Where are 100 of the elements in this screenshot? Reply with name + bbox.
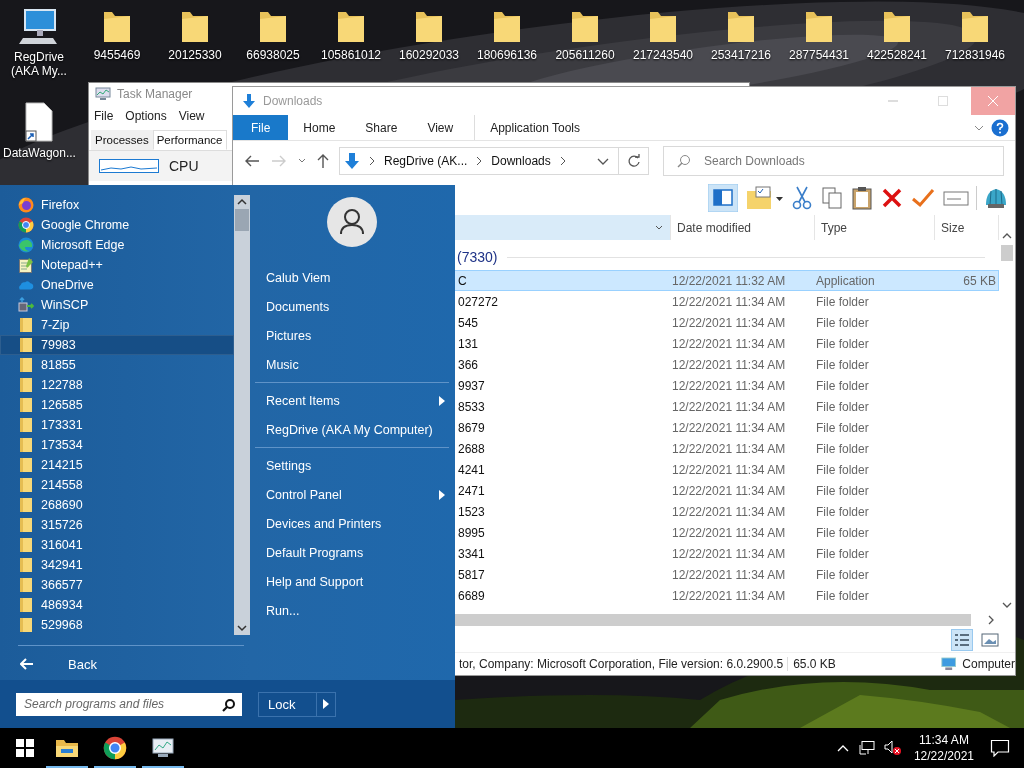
start-menu-item[interactable]: Help and Support bbox=[255, 567, 455, 596]
program-item[interactable]: 342941 bbox=[0, 555, 234, 575]
details-view-icon[interactable] bbox=[951, 629, 973, 651]
clock-date[interactable]: 12/22/2021 bbox=[913, 748, 974, 764]
menu-item[interactable]: File bbox=[94, 109, 114, 123]
folder-icon[interactable] bbox=[55, 737, 79, 759]
column-header[interactable]: Type bbox=[815, 215, 935, 240]
program-item[interactable]: 486934 bbox=[0, 595, 234, 615]
program-item[interactable]: WinSCP bbox=[0, 295, 234, 315]
tab[interactable]: Processes bbox=[91, 130, 153, 150]
start-menu-item[interactable]: Pictures bbox=[255, 321, 455, 350]
desktop-icon-label[interactable]: 422528241 bbox=[861, 48, 933, 62]
file-type: File folder bbox=[816, 567, 870, 582]
start-menu-item[interactable]: Run... bbox=[255, 596, 455, 625]
start-menu-item[interactable]: Documents bbox=[255, 292, 455, 321]
program-item[interactable]: 366577 bbox=[0, 575, 234, 595]
desktop-icon-label[interactable]: 105861012 bbox=[315, 48, 387, 62]
scroll-thumb[interactable] bbox=[235, 209, 249, 231]
desktop-icon-label[interactable]: 217243540 bbox=[627, 48, 699, 62]
speaker-muted-icon[interactable] bbox=[883, 740, 902, 756]
menu-item[interactable]: View bbox=[178, 109, 205, 123]
desktop-icon-label[interactable]: 66938025 bbox=[237, 48, 309, 62]
program-item[interactable]: Firefox bbox=[0, 195, 234, 215]
program-item[interactable]: Notepad++ bbox=[0, 255, 234, 275]
program-item[interactable]: 81855 bbox=[0, 355, 234, 375]
caret-down-icon[interactable] bbox=[297, 157, 307, 165]
start-menu-item[interactable]: RegDrive (AKA My Computer) bbox=[255, 415, 455, 444]
program-item[interactable]: 315726 bbox=[0, 515, 234, 535]
ribbon-tab[interactable]: Application Tools bbox=[474, 115, 596, 140]
program-item[interactable]: 122788 bbox=[0, 375, 234, 395]
shortcut-file-icon[interactable] bbox=[23, 102, 55, 142]
scroll-thumb[interactable] bbox=[1001, 245, 1013, 261]
desktop-icon-label[interactable]: 9455469 bbox=[81, 48, 153, 62]
program-item[interactable]: 173331 bbox=[0, 415, 234, 435]
program-item[interactable]: 173534 bbox=[0, 435, 234, 455]
back-button[interactable]: Back bbox=[0, 649, 250, 679]
back-arrow-icon[interactable] bbox=[243, 154, 261, 168]
clock-time[interactable]: 11:34 AM bbox=[919, 732, 969, 748]
network-icon[interactable] bbox=[857, 740, 876, 756]
scissors-icon[interactable] bbox=[790, 185, 814, 211]
program-item[interactable]: 316041 bbox=[0, 535, 234, 555]
desktop-icon-label[interactable]: 712831946 bbox=[939, 48, 1011, 62]
desktop-icon-label[interactable]: 253417216 bbox=[705, 48, 777, 62]
search-field[interactable]: Search programs and files bbox=[16, 692, 242, 716]
menu-item[interactable]: Options bbox=[125, 109, 167, 123]
program-item[interactable]: 214215 bbox=[0, 455, 234, 475]
program-item[interactable]: OneDrive bbox=[0, 275, 234, 295]
desktop-icon-label[interactable]: DataWagon... bbox=[3, 146, 75, 160]
vertical-scrollbar[interactable] bbox=[234, 195, 250, 635]
group-header[interactable]: (7330) bbox=[457, 249, 498, 265]
start-menu-item[interactable]: Default Programs bbox=[255, 538, 455, 567]
help-icon[interactable] bbox=[991, 118, 1009, 137]
program-item[interactable]: Microsoft Edge bbox=[0, 235, 234, 255]
program-item[interactable]: 214558 bbox=[0, 475, 234, 495]
section-label[interactable]: CPU bbox=[169, 158, 199, 174]
start-menu-item[interactable]: Settings bbox=[255, 451, 455, 480]
breadcrumb[interactable]: Downloads bbox=[491, 154, 551, 168]
program-item[interactable]: Google Chrome bbox=[0, 215, 234, 235]
desktop-icon-label[interactable]: 287754431 bbox=[783, 48, 855, 62]
program-item[interactable]: 126585 bbox=[0, 395, 234, 415]
browser-logo-icon[interactable] bbox=[103, 736, 127, 760]
folder-properties-icon[interactable] bbox=[744, 185, 784, 211]
caret-up-icon[interactable] bbox=[835, 743, 850, 753]
preview-pane-icon[interactable] bbox=[708, 184, 738, 212]
program-item[interactable]: 7-Zip bbox=[0, 315, 234, 335]
ribbon-tab[interactable]: Home bbox=[288, 115, 351, 140]
user-avatar-icon[interactable] bbox=[327, 197, 377, 247]
refresh-icon[interactable] bbox=[627, 154, 641, 168]
desktop-icon-label[interactable]: 205611260 bbox=[549, 48, 621, 62]
desktop-icon-label[interactable]: 20125330 bbox=[159, 48, 231, 62]
ribbon-tab[interactable]: View bbox=[412, 115, 469, 140]
date-modified: 12/22/2021 11:34 AM bbox=[672, 315, 787, 330]
computer-icon[interactable] bbox=[19, 8, 59, 46]
search-field[interactable]: Search Downloads bbox=[663, 146, 1004, 176]
desktop-icon-label[interactable]: 160292033 bbox=[393, 48, 465, 62]
program-item[interactable]: 268690 bbox=[0, 495, 234, 515]
desktop-icon-label[interactable]: 180696136 bbox=[471, 48, 543, 62]
ribbon-tab[interactable]: File bbox=[233, 115, 289, 140]
start-menu-item[interactable]: Devices and Printers bbox=[255, 509, 455, 538]
dropdown-icon[interactable] bbox=[596, 156, 610, 166]
notification-icon[interactable] bbox=[990, 739, 1010, 757]
desktop-icon-label[interactable]: RegDrive (AKA My... bbox=[3, 50, 75, 78]
start-menu-item[interactable]: Music bbox=[255, 350, 455, 379]
file-name: 1523 bbox=[458, 504, 485, 519]
ribbon-tab[interactable]: Share bbox=[350, 115, 413, 140]
column-header[interactable]: Date modified bbox=[671, 215, 815, 240]
date-modified: 12/22/2021 11:34 AM bbox=[672, 399, 787, 414]
up-arrow-icon[interactable] bbox=[316, 153, 330, 169]
clipboard-icon[interactable] bbox=[850, 185, 874, 211]
start-menu-item[interactable]: Control Panel bbox=[255, 480, 455, 509]
tab[interactable]: Performance bbox=[152, 130, 227, 150]
start-icon[interactable] bbox=[15, 738, 35, 758]
breadcrumb[interactable]: RegDrive (AK... bbox=[384, 154, 468, 168]
monitor-chart-icon[interactable] bbox=[151, 737, 175, 759]
address-bar[interactable]: RegDrive (AK... Downloads bbox=[339, 147, 649, 175]
program-item[interactable]: 529968 bbox=[0, 615, 234, 635]
file-name: 8995 bbox=[458, 525, 485, 540]
file-name: C bbox=[458, 273, 467, 288]
start-menu-item[interactable]: Recent Items bbox=[255, 386, 455, 415]
program-item[interactable]: 79983 bbox=[0, 335, 234, 355]
